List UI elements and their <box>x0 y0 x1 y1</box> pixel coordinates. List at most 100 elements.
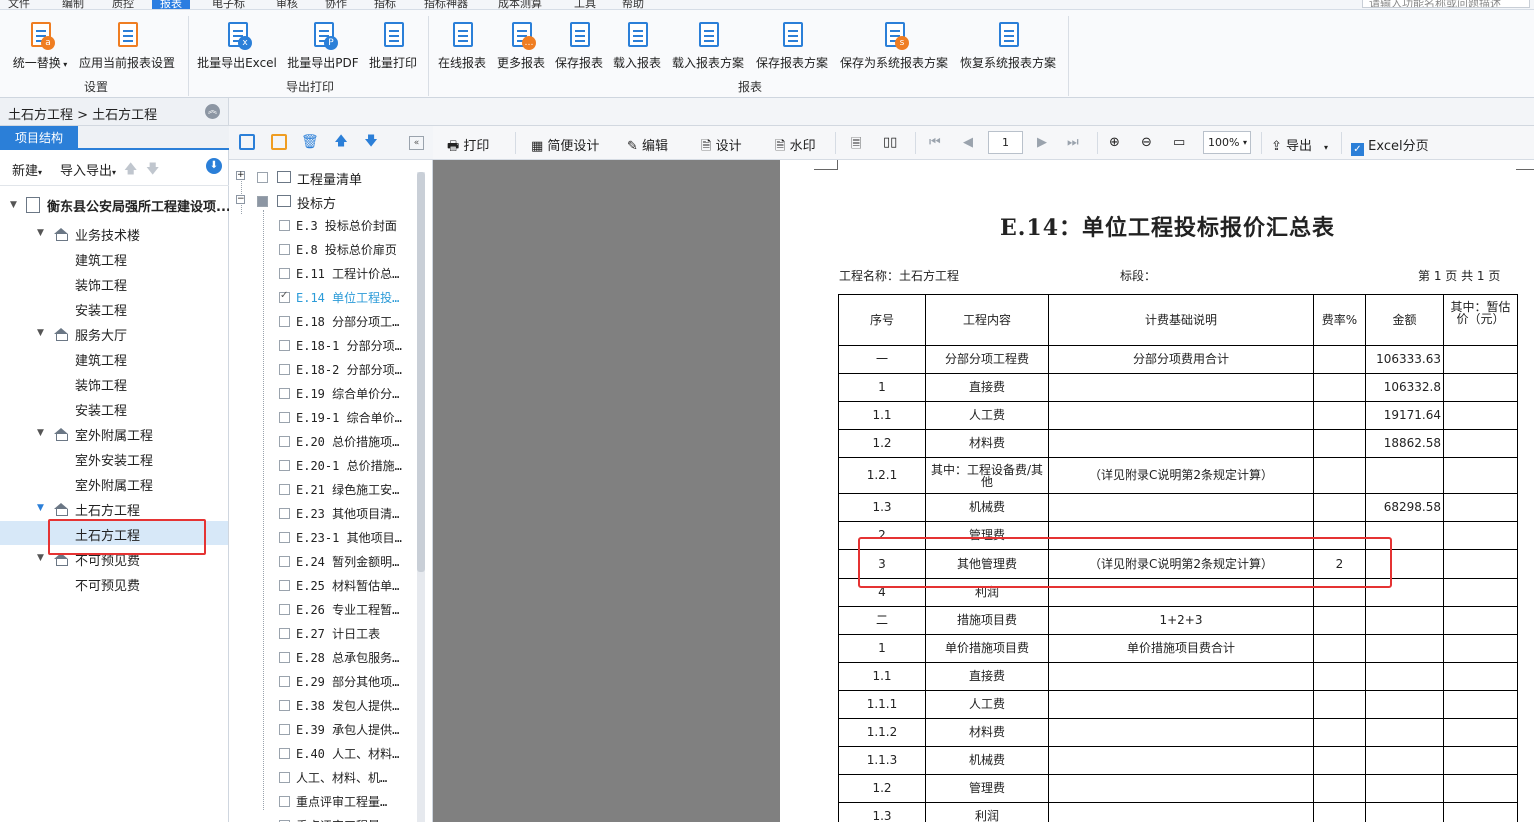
report-item[interactable]: E.23 其他项目清… <box>296 505 399 522</box>
unify-replace-button[interactable]: a 统一替换 ▾ <box>10 20 70 80</box>
report-checkbox[interactable] <box>279 772 290 783</box>
expand-arrow-icon[interactable]: ▼ <box>37 553 44 563</box>
move-down-icon[interactable]: 🡇 <box>146 160 159 182</box>
move-down-icon[interactable]: 🡇 <box>363 134 379 150</box>
save-system-scheme-button[interactable]: s 保存为系统报表方案 <box>838 20 950 80</box>
apply-report-settings-button[interactable]: 应用当前报表设置 <box>78 20 176 80</box>
report-checkbox[interactable] <box>279 388 290 399</box>
report-checkbox[interactable] <box>279 436 290 447</box>
single-page-icon[interactable]: 🗏 <box>851 135 861 157</box>
report-checkbox[interactable] <box>279 652 290 663</box>
scrollbar-thumb[interactable] <box>417 172 425 572</box>
report-item[interactable]: E.14 单位工程投… <box>296 289 399 306</box>
edit-button[interactable]: ✎ 编辑 <box>627 135 668 154</box>
expand-arrow-icon[interactable]: ▼ <box>37 228 44 238</box>
tree-item-earthwork[interactable]: 土石方工程 <box>75 500 140 519</box>
excel-paging-checkbox[interactable]: ✓ Excel分页 <box>1351 135 1429 156</box>
menu-review[interactable]: 审核 <box>276 0 298 9</box>
export-button[interactable]: ⇪ 导出 ▾ <box>1271 135 1328 154</box>
add-report-icon[interactable] <box>239 134 255 150</box>
menu-etender[interactable]: 电子标 <box>212 0 245 9</box>
collapse-icon[interactable]: − <box>236 195 245 204</box>
report-checkbox[interactable] <box>279 532 290 543</box>
report-item[interactable]: 重点评审工程量 <box>296 817 380 822</box>
report-item[interactable]: E.40 人工、材料… <box>296 745 399 762</box>
report-checkbox[interactable] <box>279 460 290 471</box>
expand-arrow-icon[interactable]: ▼ <box>37 328 44 338</box>
tree-root[interactable]: 衡东县公安局强所工程建设项... <box>47 196 231 215</box>
report-checkbox[interactable] <box>279 796 290 807</box>
report-item[interactable]: E.19 综合单价分… <box>296 385 399 402</box>
tree-item-installation-1[interactable]: 安装工程 <box>75 300 127 319</box>
report-checkbox[interactable] <box>279 484 290 495</box>
report-checkbox[interactable] <box>279 676 290 687</box>
checkbox[interactable] <box>257 172 268 183</box>
collapse-panel-icon[interactable]: « <box>409 136 424 150</box>
menu-cost-calc[interactable]: 成本测算 <box>498 0 542 9</box>
tree-item-service-hall[interactable]: 服务大厅 <box>75 325 127 344</box>
tree-item-outdoor-ancillary[interactable]: 室外附属工程 <box>75 475 153 494</box>
report-item[interactable]: 人工、材料、机… <box>296 769 387 786</box>
tree-item-outdoor[interactable]: 室外附属工程 <box>75 425 153 444</box>
first-page-icon[interactable]: ⏮ <box>929 135 941 150</box>
report-item[interactable]: E.3 投标总价封面 <box>296 217 397 234</box>
expand-arrow-icon[interactable]: ▼ <box>37 428 44 438</box>
batch-print-button[interactable]: 批量打印 <box>366 20 420 80</box>
collapse-icon[interactable]: ︽ <box>205 104 220 119</box>
report-item[interactable]: E.18 分部分项工… <box>296 313 399 330</box>
design-button[interactable]: 🗎 设计 <box>701 135 742 159</box>
report-checkbox[interactable] <box>279 628 290 639</box>
new-button[interactable]: 新建▾ <box>12 160 42 179</box>
tree-item-business-bldg[interactable]: 业务技术楼 <box>75 225 140 244</box>
menu-tools[interactable]: 工具 <box>574 0 596 9</box>
report-item[interactable]: E.26 专业工程暂… <box>296 601 399 618</box>
save-report-button[interactable]: 保存报表 <box>553 20 605 80</box>
report-item[interactable]: E.23-1 其他项目… <box>296 529 402 546</box>
download-icon[interactable]: ⬇ <box>206 158 222 174</box>
fit-page-icon[interactable]: ▭ <box>1173 135 1185 150</box>
tree-item-contingency-child[interactable]: 不可预见费 <box>75 575 140 594</box>
watermark-button[interactable]: 🗎 水印 <box>775 135 816 159</box>
report-checkbox[interactable] <box>279 604 290 615</box>
tree-item-building-1[interactable]: 建筑工程 <box>75 250 127 269</box>
report-item[interactable]: E.11 工程计价总… <box>296 265 399 282</box>
report-checkbox[interactable] <box>279 556 290 567</box>
report-checkbox[interactable] <box>279 268 290 279</box>
move-up-icon[interactable]: 🡅 <box>333 134 349 150</box>
tree-item-decoration-1[interactable]: 装饰工程 <box>75 275 127 294</box>
report-item[interactable]: E.24 暂列金额明… <box>296 553 399 570</box>
report-group-boq[interactable]: 工程量清单 <box>297 169 362 188</box>
page-number-input[interactable]: 1 <box>988 131 1023 154</box>
expand-icon[interactable]: + <box>236 171 245 180</box>
report-checkbox[interactable] <box>279 316 290 327</box>
tree-item-installation-2[interactable]: 安装工程 <box>75 400 127 419</box>
report-checkbox[interactable] <box>279 244 290 255</box>
report-item[interactable]: E.27 计日工表 <box>296 625 380 642</box>
menu-collab[interactable]: 协作 <box>325 0 347 9</box>
report-item[interactable]: 重点评审工程量… <box>296 793 387 810</box>
menu-compile[interactable]: 编制 <box>62 0 84 9</box>
report-checkbox[interactable] <box>279 748 290 759</box>
tree-item-outdoor-install[interactable]: 室外安装工程 <box>75 450 153 469</box>
add-folder-icon[interactable] <box>271 134 287 150</box>
report-item[interactable]: E.39 承包人提供… <box>296 721 399 738</box>
batch-export-excel-button[interactable]: x 批量导出Excel <box>196 20 278 80</box>
report-checkbox[interactable] <box>279 340 290 351</box>
report-checkbox[interactable] <box>279 724 290 735</box>
move-up-icon[interactable]: 🡅 <box>124 160 137 182</box>
tree-item-building-2[interactable]: 建筑工程 <box>75 350 127 369</box>
report-checkbox[interactable] <box>279 700 290 711</box>
next-page-icon[interactable]: ▶ <box>1037 135 1047 150</box>
menu-help[interactable]: 帮助 <box>622 0 644 9</box>
menu-quality[interactable]: 质控 <box>112 0 134 9</box>
batch-export-pdf-button[interactable]: P 批量导出PDF <box>286 20 360 80</box>
expand-arrow-icon[interactable]: ▼ <box>37 503 44 513</box>
menu-file[interactable]: 文件 <box>8 0 30 9</box>
tab-project-structure[interactable]: 项目结构 <box>0 126 78 150</box>
report-item[interactable]: E.21 绿色施工安… <box>296 481 399 498</box>
report-item[interactable]: E.28 总承包服务… <box>296 649 399 666</box>
load-report-button[interactable]: 载入报表 <box>611 20 663 80</box>
report-item[interactable]: E.38 发包人提供… <box>296 697 399 714</box>
zoom-out-icon[interactable]: ⊖ <box>1141 135 1152 150</box>
report-checkbox[interactable] <box>279 508 290 519</box>
